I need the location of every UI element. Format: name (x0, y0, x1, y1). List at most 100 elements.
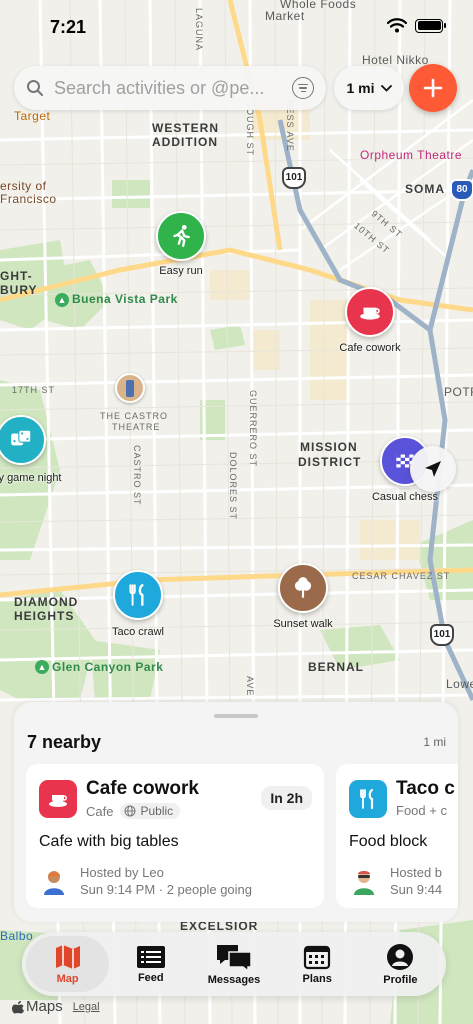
running-icon (173, 224, 190, 247)
activity-card[interactable]: Cafe cowork Cafe Public In 2h Cafe with … (26, 764, 324, 908)
pin-label-game-night: y game night (0, 472, 62, 484)
tab-map[interactable]: Map (26, 936, 110, 992)
card-description: Food block (349, 833, 428, 850)
tab-messages[interactable]: Messages (192, 936, 275, 992)
plus-icon (423, 78, 443, 98)
current-location-button[interactable] (410, 446, 456, 492)
location-arrow-icon (425, 461, 441, 477)
tab-feed[interactable]: Feed (109, 936, 192, 992)
card-host-name: Hosted by Leo (80, 865, 164, 880)
map-label-mission: MISSION (300, 440, 358, 454)
pin-label-cafe-cowork: Cafe cowork (339, 342, 401, 354)
fork-knife-icon (349, 780, 387, 818)
tab-label-messages: Messages (207, 973, 261, 986)
map-label-castro-theatre-2: THEATRE (112, 422, 161, 432)
globe-icon (124, 805, 136, 817)
map-label-heights: HEIGHTS (14, 609, 75, 623)
radius-selector[interactable]: 1 mi (334, 66, 404, 110)
search-input[interactable] (54, 77, 292, 99)
map-icon (55, 944, 80, 969)
pin-cafe-cowork[interactable] (345, 287, 395, 337)
map-label-potrero: POTR (444, 385, 473, 399)
dice-icon (11, 429, 32, 446)
chevron-down-icon (380, 84, 392, 92)
card-title: Cafe cowork (86, 778, 199, 799)
status-bar: 7:21 (0, 0, 473, 52)
map-label-western: WESTERN (152, 121, 219, 135)
castro-theatre-marker[interactable] (115, 373, 145, 403)
map-label-castro-st: CASTRO ST (132, 445, 142, 506)
fork-knife-icon (129, 584, 144, 606)
apple-logo-icon (12, 1000, 24, 1013)
map-label-diamond: DIAMOND (14, 595, 79, 609)
search-bar[interactable] (14, 66, 326, 110)
calendar-icon (304, 945, 331, 969)
map-label-haight-2: BURY (0, 283, 38, 297)
pin-label-taco-crawl: Taco crawl (112, 626, 164, 638)
card-description: Cafe with big tables (39, 833, 179, 850)
card-host-name: Hosted b (390, 865, 443, 880)
map-label-soma: SOMA (405, 182, 445, 196)
list-icon (136, 945, 165, 968)
map-label-district: DISTRICT (298, 455, 362, 469)
radius-label: 1 mi (346, 80, 375, 96)
pin-label-easy-run: Easy run (159, 265, 203, 277)
map-label-orpheum: Orpheum Theatre (360, 148, 462, 162)
tree-icon (294, 577, 312, 598)
card-details: Sun 9:44 (390, 882, 443, 897)
highway-101-shield: 101 (282, 167, 306, 189)
filter-icon[interactable] (292, 77, 314, 99)
coffee-cup-icon (360, 307, 380, 320)
map-label-17th-st: 17TH ST (12, 385, 56, 395)
map-label-dolores: DOLORES ST (228, 452, 238, 521)
card-details: Sun 9:14 PM · 2 people going (80, 882, 253, 897)
map-label-glen-canyon: Glen Canyon Park (52, 660, 164, 674)
map-label-buena-vista: Buena Vista Park (72, 292, 178, 306)
activity-card-list[interactable]: Cafe cowork Cafe Public In 2h Cafe with … (26, 764, 458, 908)
map-label-lowe: Lowe (446, 677, 473, 691)
pin-sunset-walk[interactable] (278, 563, 328, 613)
pin-taco-crawl[interactable] (113, 570, 163, 620)
tab-label-feed: Feed (137, 971, 164, 984)
map-label-bernal: BERNAL (308, 660, 364, 674)
legal-link[interactable]: Legal (73, 1001, 100, 1013)
card-title: Taco c (396, 778, 455, 799)
tab-plans[interactable]: Plans (276, 936, 359, 992)
sheet-grabber[interactable] (214, 714, 258, 718)
chat-bubbles-icon (217, 944, 252, 971)
map-label-cesar-chavez: CESAR CHAVEZ ST (352, 571, 451, 581)
nearby-radius: 1 mi (423, 735, 446, 749)
card-category: Cafe (86, 803, 114, 819)
tab-label-map: Map (56, 972, 79, 985)
pin-easy-run[interactable] (156, 211, 206, 261)
highway-101-shield: 101 (430, 624, 454, 646)
nearby-count-title: 7 nearby (27, 732, 102, 752)
host-avatar (354, 871, 374, 895)
map-label-university-2: Francisco (0, 192, 57, 206)
person-icon (387, 943, 414, 970)
tab-bar: Map Feed Messages Plans Profile (22, 932, 446, 996)
map-label-balboa: Balbo (0, 929, 34, 943)
time-until-badge: In 2h (261, 786, 312, 810)
card-category: Food + c (396, 803, 447, 818)
visibility-label: Public (140, 804, 174, 818)
map-label-guerrero: GUERRERO ST (248, 390, 258, 468)
tab-profile[interactable]: Profile (359, 936, 442, 992)
maps-label: Maps (26, 998, 63, 1015)
park-icon: ▲ (55, 293, 69, 307)
add-activity-button[interactable] (409, 64, 457, 112)
map-label-addition: ADDITION (152, 135, 218, 149)
pin-label-sunset-walk: Sunset walk (273, 618, 333, 630)
activity-card[interactable]: Taco c Food + c Food block Hosted b Sun … (336, 764, 458, 908)
visibility-badge: Public (120, 803, 181, 819)
status-time: 7:21 (50, 17, 87, 37)
map-label-haight-1: GHT- (0, 269, 33, 283)
map-attribution: Maps Legal (12, 998, 100, 1015)
host-avatar (44, 871, 64, 895)
tab-label-profile: Profile (383, 973, 418, 986)
park-icon: ▲ (35, 660, 49, 674)
nearby-sheet[interactable]: 7 nearby 1 mi Cafe cowork Cafe Public In… (14, 702, 458, 922)
search-icon (27, 80, 43, 96)
wifi-icon (387, 18, 407, 33)
map-label-target: Target (14, 109, 51, 123)
